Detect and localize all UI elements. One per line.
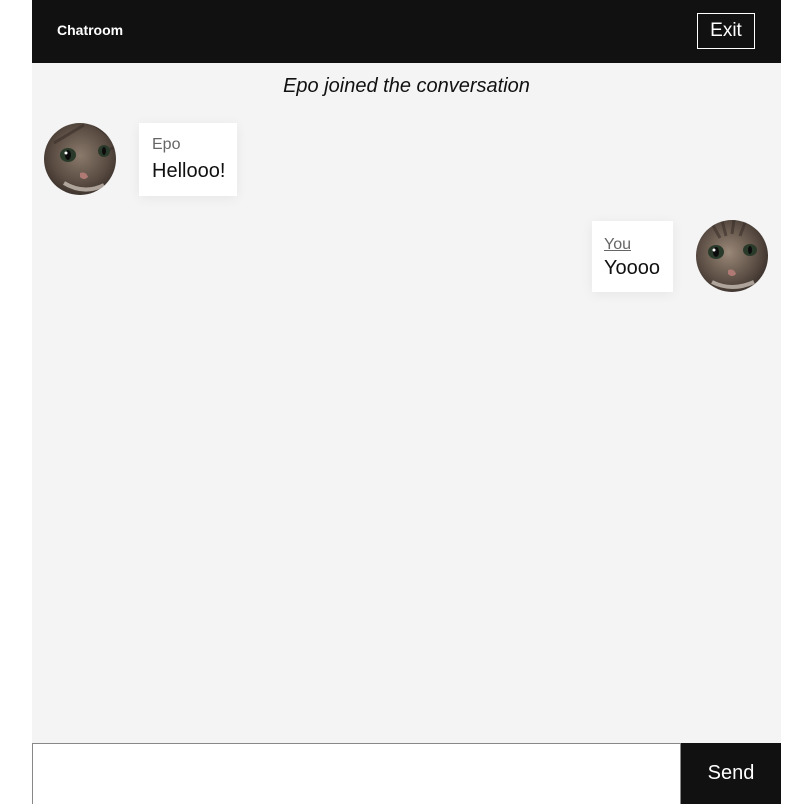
message-bubble-you: You Yoooo [592, 221, 673, 292]
cat-avatar-icon [44, 123, 116, 195]
header-bar: Chatroom Exit [32, 0, 781, 63]
chat-app: Chatroom Exit Epo joined the conversatio… [32, 0, 781, 804]
message-sender: Epo [152, 136, 181, 153]
message-bubble-epo: Epo Hellooo! [139, 123, 237, 196]
system-message: Epo joined the conversation [283, 75, 530, 97]
message-text: Hellooo! [152, 160, 226, 182]
message-text: Yoooo [604, 257, 660, 279]
cat-avatar-icon [696, 220, 768, 292]
you-avatar [696, 220, 768, 292]
message-sender-link[interactable]: You [604, 236, 663, 254]
epo-avatar [44, 123, 116, 195]
app-title: Chatroom [57, 22, 124, 38]
exit-button[interactable]: Exit [697, 13, 755, 49]
send-button[interactable]: Send [681, 743, 781, 804]
message-input[interactable] [32, 743, 681, 804]
